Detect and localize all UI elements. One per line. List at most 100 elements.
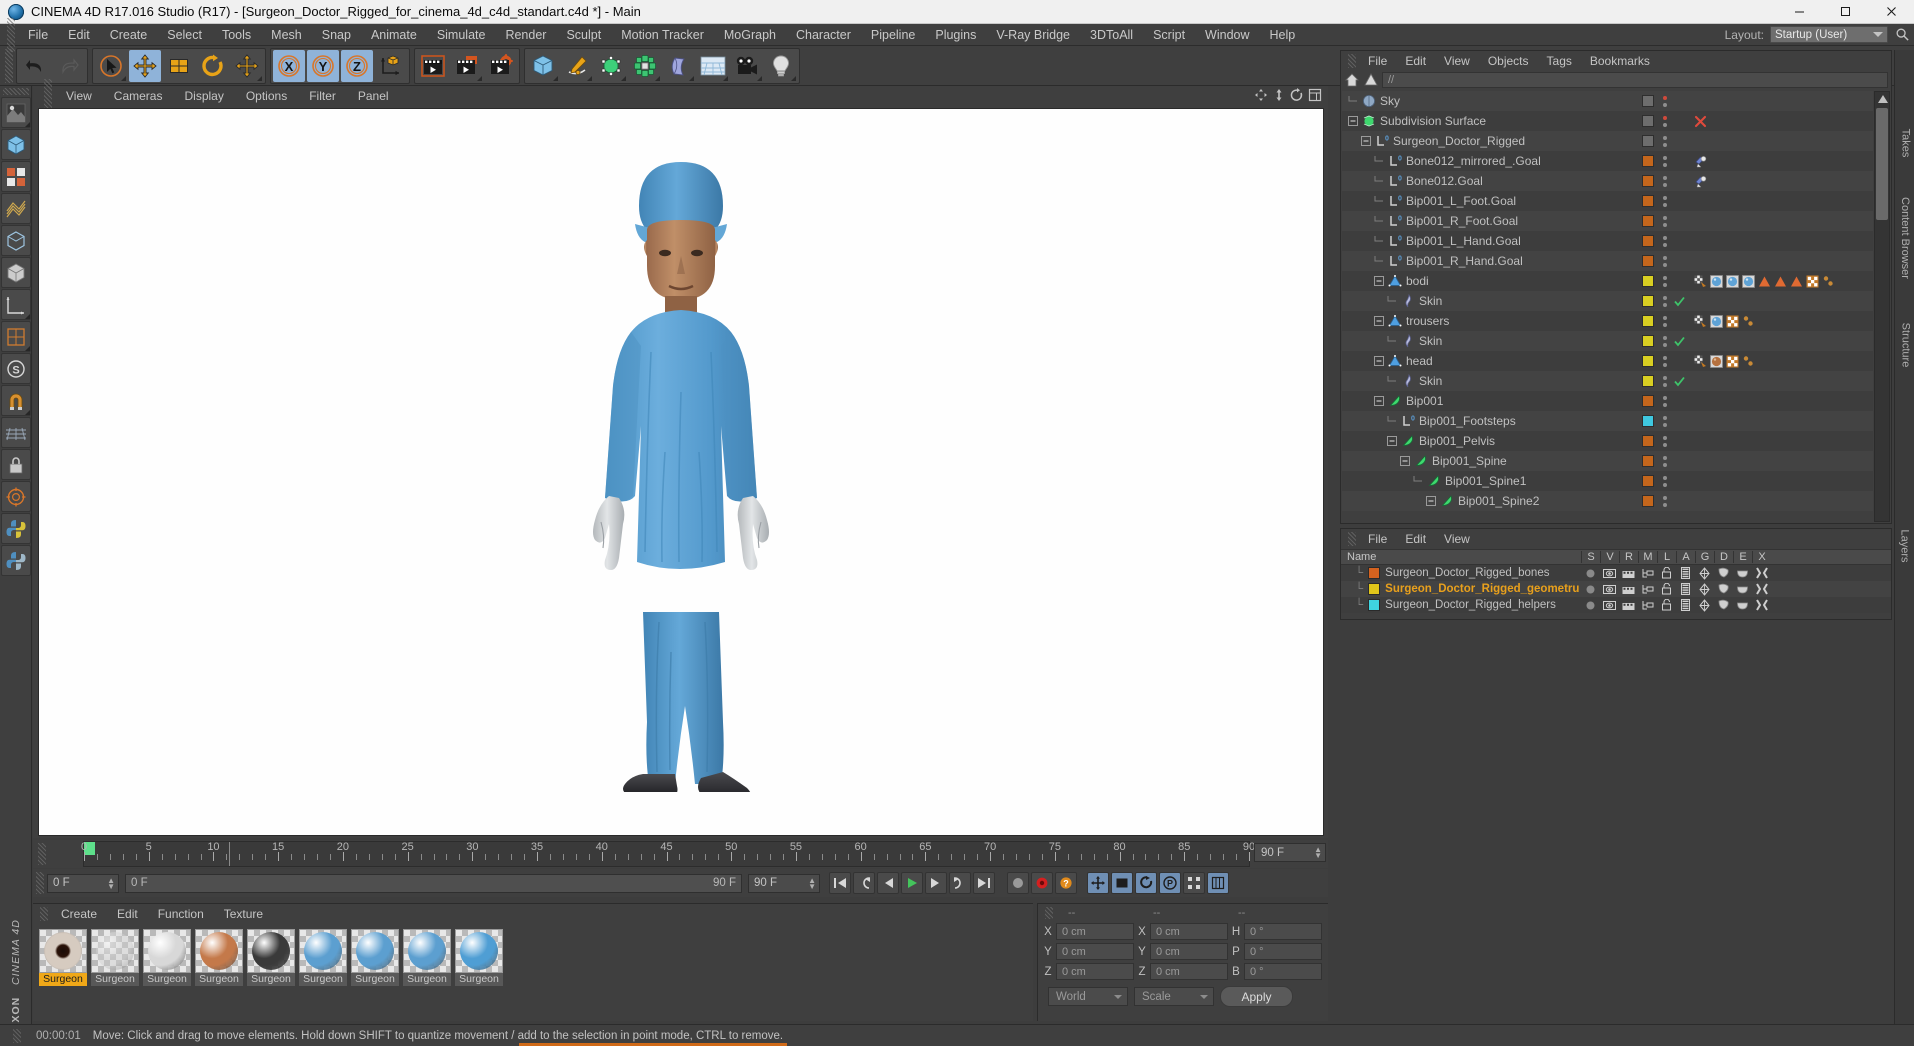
render-visibility-dot[interactable] [1663, 182, 1667, 187]
object-layer-color[interactable] [1642, 375, 1654, 387]
render-settings-button[interactable] [485, 49, 517, 82]
menu-vray-bridge[interactable]: V-Ray Bridge [986, 24, 1080, 46]
visibility-dots[interactable] [1658, 335, 1672, 347]
material-manager-grip[interactable] [40, 907, 48, 921]
layer-toggle-r[interactable] [1619, 584, 1638, 595]
object-menu-bookmarks[interactable]: Bookmarks [1581, 51, 1659, 71]
tool-lock-workplane[interactable] [0, 449, 31, 480]
scroll-thumb[interactable] [1876, 108, 1888, 220]
object-tree-row[interactable]: 0 Bip001_Footsteps [1342, 411, 1873, 431]
layer-toggle-r[interactable] [1619, 600, 1638, 611]
visibility-dots[interactable] [1658, 455, 1672, 467]
layer-toggle-a[interactable] [1676, 567, 1695, 579]
coord-field-rot-h[interactable]: 0 ° [1244, 923, 1322, 940]
add-cube-button[interactable] [527, 49, 559, 82]
editor-visibility-dot[interactable] [1663, 315, 1667, 320]
dock-tab-layers[interactable]: Layers [1895, 510, 1914, 582]
object-menu-view[interactable]: View [1435, 51, 1479, 71]
editor-visibility-dot[interactable] [1663, 475, 1667, 480]
layer-column-header[interactable]: S [1581, 551, 1600, 563]
coord-field-rot-p[interactable]: 0 ° [1244, 943, 1322, 960]
tool-polygon-mode[interactable] [0, 193, 31, 224]
render-visibility-dot[interactable] [1663, 302, 1667, 307]
menu-snap[interactable]: Snap [312, 24, 361, 46]
editor-visibility-dot[interactable] [1663, 295, 1667, 300]
render-visibility-dot[interactable] [1663, 422, 1667, 427]
undo-button[interactable] [19, 49, 51, 82]
viewport-canvas[interactable] [38, 108, 1324, 836]
menu-pipeline[interactable]: Pipeline [861, 24, 925, 46]
add-light-button[interactable] [765, 49, 797, 82]
object-tree-row[interactable]: Skin [1342, 371, 1873, 391]
render-visibility-dot[interactable] [1663, 482, 1667, 487]
menu-create[interactable]: Create [100, 24, 158, 46]
enabled-check-icon[interactable] [1672, 336, 1686, 347]
material-preview[interactable] [403, 929, 451, 973]
visibility-dots[interactable] [1658, 235, 1672, 247]
viewport-menu-panel[interactable]: Panel [347, 86, 400, 106]
go-to-end-button[interactable] [973, 872, 995, 894]
tool-texture[interactable] [0, 97, 31, 128]
render-view-button[interactable] [417, 49, 449, 82]
object-layer-color[interactable] [1642, 255, 1654, 267]
object-layer-color[interactable] [1642, 335, 1654, 347]
dock-tab-content-browser[interactable]: Content Browser [1895, 176, 1914, 300]
material-menu-create[interactable]: Create [51, 904, 107, 924]
tag-uvw-icon[interactable] [1726, 355, 1739, 368]
layer-toggle-d[interactable] [1714, 567, 1733, 579]
layer-color-swatch[interactable] [1368, 583, 1381, 595]
layer-menu-view[interactable]: View [1435, 529, 1479, 549]
layer-toggle-g[interactable] [1695, 582, 1714, 596]
object-tree-row[interactable]: Bip001_Spine1 [1342, 471, 1873, 491]
menu-simulate[interactable]: Simulate [427, 24, 496, 46]
visibility-dots[interactable] [1658, 115, 1672, 127]
menu-plugins[interactable]: Plugins [925, 24, 986, 46]
render-visibility-dot[interactable] [1663, 222, 1667, 227]
add-camera-button[interactable] [731, 49, 763, 82]
menu-sculpt[interactable]: Sculpt [556, 24, 611, 46]
object-tree-row[interactable]: 0 Bip001_L_Hand.Goal [1342, 231, 1873, 251]
layer-toggle-e[interactable] [1733, 599, 1752, 611]
menu-edit[interactable]: Edit [58, 24, 100, 46]
tool-model-mode[interactable] [0, 129, 31, 160]
tag-mat-blue-icon[interactable] [1710, 314, 1723, 328]
layer-column-header[interactable]: R [1619, 551, 1638, 563]
go-to-next-frame-button[interactable] [925, 872, 947, 894]
visibility-dots[interactable] [1658, 395, 1672, 407]
coord-field-pos-x[interactable]: 0 cm [1056, 923, 1134, 940]
object-layer-color[interactable] [1642, 135, 1654, 147]
go-to-previous-key-button[interactable] [853, 872, 875, 894]
object-menu-edit[interactable]: Edit [1396, 51, 1435, 71]
dock-tab-structure[interactable]: Structure [1895, 300, 1914, 390]
object-tree-row[interactable]: Subdivision Surface [1342, 111, 1873, 131]
move-tool[interactable] [129, 49, 161, 82]
tag-dots-icon[interactable] [1822, 275, 1835, 288]
tool-quantize[interactable] [0, 481, 31, 512]
add-deformer-button[interactable] [663, 49, 695, 82]
editor-visibility-dot[interactable] [1663, 375, 1667, 380]
visibility-dots[interactable] [1658, 175, 1672, 187]
object-layer-color[interactable] [1642, 455, 1654, 467]
material-preview[interactable] [91, 929, 139, 973]
tag-selection-icon[interactable] [1694, 355, 1707, 368]
editor-visibility-dot[interactable] [1663, 115, 1667, 120]
object-layer-color[interactable] [1642, 235, 1654, 247]
editor-visibility-dot[interactable] [1663, 135, 1667, 140]
editor-visibility-dot[interactable] [1663, 455, 1667, 460]
object-tree-row[interactable]: Bip001_Pelvis [1342, 431, 1873, 451]
menu-motion-tracker[interactable]: Motion Tracker [611, 24, 714, 46]
object-layer-color[interactable] [1642, 355, 1654, 367]
visibility-dots[interactable] [1658, 475, 1672, 487]
tag-mat-blue-icon[interactable] [1726, 274, 1739, 288]
layer-column-header[interactable]: A [1676, 551, 1695, 563]
timeline-range-scrollbar[interactable]: 0 F 90 F [125, 873, 742, 893]
material-menu-texture[interactable]: Texture [214, 904, 273, 924]
expander-collapse-icon[interactable] [1374, 356, 1384, 366]
autokeying-button[interactable] [1031, 872, 1053, 894]
layer-color-swatch[interactable] [1368, 567, 1381, 579]
object-layer-color[interactable] [1642, 115, 1654, 127]
coord-field-pos-z[interactable]: 0 cm [1056, 963, 1134, 980]
layer-column-header[interactable]: V [1600, 551, 1619, 563]
tag-selection-icon[interactable] [1694, 275, 1707, 288]
tag-constraint-icon[interactable] [1694, 175, 1707, 188]
